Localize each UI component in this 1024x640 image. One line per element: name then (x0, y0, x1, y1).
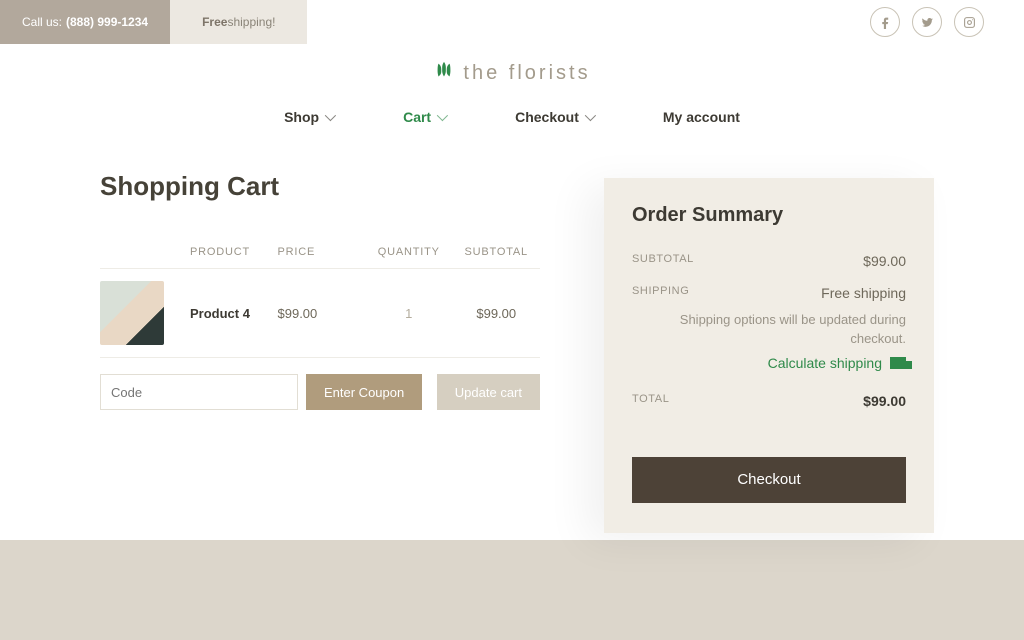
truck-icon (890, 357, 906, 369)
chevron-down-icon (585, 110, 596, 121)
product-subtotal: $99.00 (453, 306, 541, 321)
footer-strip (0, 540, 1024, 640)
free-shipping-rest: shipping! (227, 15, 275, 29)
nav-shop[interactable]: Shop (284, 109, 333, 125)
instagram-icon[interactable] (954, 7, 984, 37)
calculate-shipping-label: Calculate shipping (768, 355, 882, 371)
shipping-label: SHIPPING (632, 285, 689, 301)
brand-logo[interactable]: the florists (433, 60, 590, 86)
col-product: PRODUCT (190, 246, 278, 258)
calculate-shipping-link[interactable]: Calculate shipping (632, 355, 906, 371)
brand-name: the florists (463, 62, 590, 85)
chevron-down-icon (437, 110, 448, 121)
total-label: TOTAL (632, 393, 669, 409)
call-us-label: Call us: (22, 15, 62, 29)
order-summary-panel: Order Summary SUBTOTAL $99.00 SHIPPING F… (604, 178, 934, 533)
nav-shop-label: Shop (284, 109, 319, 125)
col-quantity: QUANTITY (365, 246, 453, 258)
phone-number[interactable]: (888) 999-1234 (66, 15, 148, 29)
subtotal-label: SUBTOTAL (632, 253, 694, 269)
enter-coupon-button[interactable]: Enter Coupon (306, 374, 422, 410)
twitter-icon[interactable] (912, 7, 942, 37)
subtotal-value: $99.00 (863, 253, 906, 269)
facebook-icon[interactable] (870, 7, 900, 37)
nav-checkout[interactable]: Checkout (515, 109, 593, 125)
update-cart-button[interactable]: Update cart (437, 374, 540, 410)
col-price: PRICE (278, 246, 366, 258)
nav-cart-label: Cart (403, 109, 431, 125)
total-value: $99.00 (863, 393, 906, 409)
summary-title: Order Summary (632, 204, 906, 227)
nav-checkout-label: Checkout (515, 109, 579, 125)
chevron-down-icon (325, 110, 336, 121)
tulip-icon (433, 60, 455, 86)
shipping-value: Free shipping (821, 285, 906, 301)
cart-row: Product 4 $99.00 1 $99.00 (100, 269, 540, 358)
free-shipping-bold: Free (202, 15, 227, 29)
free-shipping-banner: Free shipping! (170, 0, 307, 44)
product-thumbnail[interactable] (100, 281, 164, 345)
coupon-input[interactable] (100, 374, 298, 410)
nav-account[interactable]: My account (663, 109, 740, 125)
product-price: $99.00 (278, 306, 366, 321)
main-nav: Shop Cart Checkout My account (0, 95, 1024, 147)
call-us: Call us: (888) 999-1234 (0, 0, 170, 44)
cart-table-head: PRODUCT PRICE QUANTITY SUBTOTAL (100, 246, 540, 269)
nav-cart[interactable]: Cart (403, 109, 445, 125)
shipping-note: Shipping options will be updated during … (632, 311, 906, 349)
nav-account-label: My account (663, 109, 740, 125)
product-qty[interactable]: 1 (365, 306, 453, 321)
col-subtotal: SUBTOTAL (453, 246, 541, 258)
checkout-button[interactable]: Checkout (632, 457, 906, 503)
product-name[interactable]: Product 4 (190, 306, 278, 321)
